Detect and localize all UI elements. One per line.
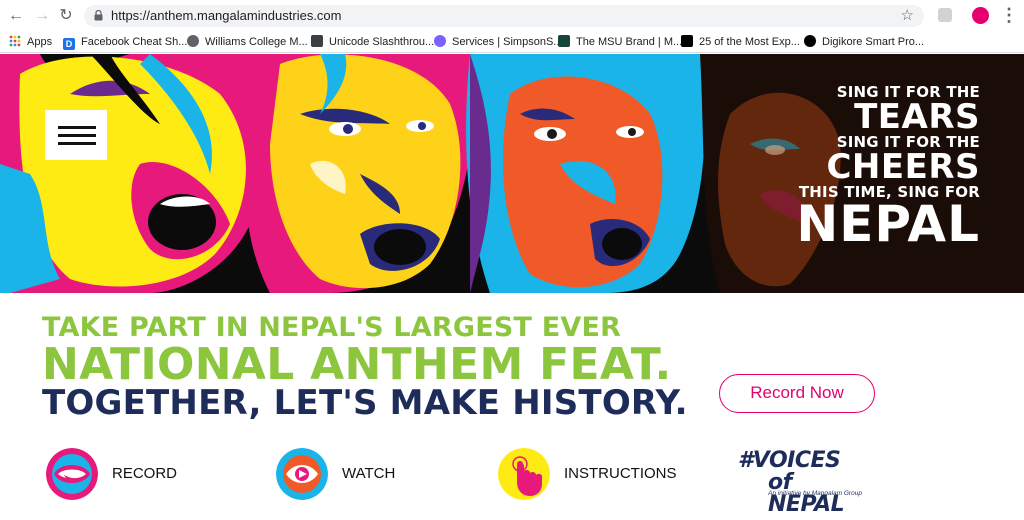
bookmark-ts[interactable]: 25 of the Most Exp... xyxy=(681,34,800,50)
feature-label: WATCH xyxy=(342,465,396,482)
mouth-icon xyxy=(46,448,98,500)
s-favicon-icon xyxy=(434,35,446,47)
bookmark-label: The MSU Brand | M... xyxy=(576,36,683,48)
apps-grid-icon xyxy=(9,35,21,47)
tap-hand-icon xyxy=(498,448,550,500)
d-favicon-icon: D xyxy=(63,38,75,50)
logo-tagline: An initiative by Mangalam Group xyxy=(768,490,862,497)
bookmark-label: Unicode Slashthrou... xyxy=(329,36,435,48)
slogan-line: CHEERS xyxy=(826,147,980,187)
bookmark-msu[interactable]: The MSU Brand | M... xyxy=(558,34,682,50)
feature-watch[interactable]: WATCH xyxy=(276,448,406,500)
bookmark-label: Williams College M... xyxy=(205,36,308,48)
lock-icon xyxy=(94,10,103,21)
ts-favicon-icon xyxy=(681,35,693,47)
shop-favicon-icon xyxy=(311,35,323,47)
feature-label: RECORD xyxy=(112,465,178,482)
bookmark-simpson[interactable]: Services | SimpsonS... xyxy=(434,34,562,50)
voices-of-nepal-logo[interactable]: #VOICES of NEPAL An initiative by Mangal… xyxy=(738,450,873,516)
browser-toolbar: ← → ↻ https://anthem.mangalamindustries.… xyxy=(0,0,1024,31)
feature-record[interactable]: RECORD xyxy=(46,448,186,500)
bookmarks-bar: Apps D Facebook Cheat Sh... Williams Coll… xyxy=(0,31,1024,53)
bookmark-label: Facebook Cheat Sh... xyxy=(81,36,188,48)
browser-menu-icon[interactable]: ⋮ xyxy=(1000,5,1018,25)
hero-slogan: SING IT FOR THE TEARS SING IT FOR THE CH… xyxy=(740,84,980,253)
feature-instructions[interactable]: INSTRUCTIONS xyxy=(498,448,688,500)
bookmark-label: Apps xyxy=(27,36,53,48)
logo-wordmark: #VOICES of NEPAL xyxy=(738,450,873,516)
feature-label: INSTRUCTIONS xyxy=(564,465,677,482)
globe-icon xyxy=(187,35,199,47)
back-arrow-icon[interactable]: ← xyxy=(6,6,26,26)
eye-icon xyxy=(276,448,328,500)
menu-bar xyxy=(58,134,96,137)
hamburger-menu-button[interactable] xyxy=(45,110,107,160)
bookmark-facebook[interactable]: D Facebook Cheat Sh... xyxy=(63,34,187,50)
bookmark-label: Digikore Smart Pro... xyxy=(822,36,925,48)
forward-arrow-icon[interactable]: → xyxy=(32,6,52,26)
spartan-favicon-icon xyxy=(558,35,570,47)
bookmark-williams[interactable]: Williams College M... xyxy=(187,34,308,50)
reload-icon[interactable]: ↻ xyxy=(56,6,76,26)
bookmark-apps[interactable]: Apps xyxy=(9,34,52,50)
record-now-button[interactable]: Record Now xyxy=(719,374,875,413)
headline-line-3: TOGETHER, LET'S MAKE HISTORY. xyxy=(42,383,688,423)
address-bar[interactable]: https://anthem.mangalamindustries.com ☆ xyxy=(84,5,924,27)
extension-icon[interactable] xyxy=(938,8,952,22)
dk-favicon-icon xyxy=(804,35,816,47)
headline-line-2: NATIONAL ANTHEM FEAT. xyxy=(42,339,672,390)
bookmark-digikore[interactable]: Digikore Smart Pro... xyxy=(804,34,924,50)
bookmark-star-icon[interactable]: ☆ xyxy=(901,6,914,24)
profile-avatar[interactable] xyxy=(972,7,989,24)
menu-bar xyxy=(58,142,96,145)
bookmark-label: 25 of the Most Exp... xyxy=(699,36,800,48)
slogan-line: NEPAL xyxy=(796,195,980,253)
menu-bar xyxy=(58,126,96,129)
slogan-line: TEARS xyxy=(854,97,980,137)
bookmark-unicode[interactable]: Unicode Slashthrou... xyxy=(311,34,434,50)
logo-line-1: #VOICES xyxy=(738,448,841,473)
bookmark-label: Services | SimpsonS... xyxy=(452,36,563,48)
url-text: https://anthem.mangalamindustries.com xyxy=(111,8,342,23)
